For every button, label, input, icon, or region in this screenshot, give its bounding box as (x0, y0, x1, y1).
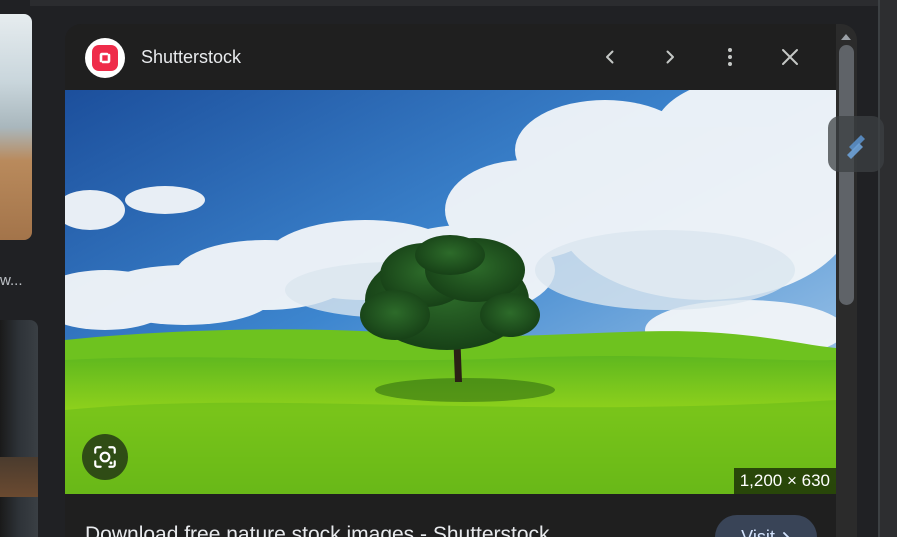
extension-button[interactable] (828, 116, 884, 172)
more-vert-icon (728, 48, 732, 66)
next-button[interactable] (654, 41, 686, 73)
result-title[interactable]: Download free nature stock images - Shut… (85, 523, 550, 537)
google-lens-button[interactable] (82, 434, 128, 480)
panel-scrollbar[interactable] (836, 24, 857, 537)
chevron-right-icon (666, 50, 674, 64)
top-bar (30, 0, 878, 6)
preview-image[interactable]: 1,200 × 630 (65, 90, 836, 494)
chevron-right-icon (782, 532, 790, 537)
close-button[interactable] (774, 41, 806, 73)
result-title[interactable]: w... (0, 272, 23, 289)
result-thumbnail[interactable] (0, 320, 38, 537)
divider (878, 0, 880, 537)
page-scrollbar[interactable] (878, 0, 897, 537)
lens-icon (94, 446, 116, 468)
more-options-button[interactable] (714, 41, 746, 73)
scrollbar-thumb[interactable] (839, 45, 854, 305)
close-icon (782, 49, 798, 65)
site-name[interactable]: Shutterstock (141, 47, 241, 68)
landscape-image (65, 90, 836, 494)
visit-button[interactable]: Visit (715, 515, 817, 537)
extension-logo-icon (847, 135, 865, 159)
visit-label: Visit (741, 526, 775, 537)
panel-header: Shutterstock (65, 24, 836, 90)
previous-button[interactable] (594, 41, 626, 73)
image-dimensions: 1,200 × 630 (733, 468, 836, 494)
image-preview-panel: Shutterstock 1,200 × 630 Download free n… (65, 24, 857, 537)
result-thumbnail[interactable] (0, 14, 32, 240)
scroll-up-arrow-icon[interactable] (841, 34, 851, 40)
site-favicon[interactable] (85, 38, 125, 78)
shutterstock-logo-icon (92, 45, 118, 71)
chevron-left-icon (606, 50, 614, 64)
